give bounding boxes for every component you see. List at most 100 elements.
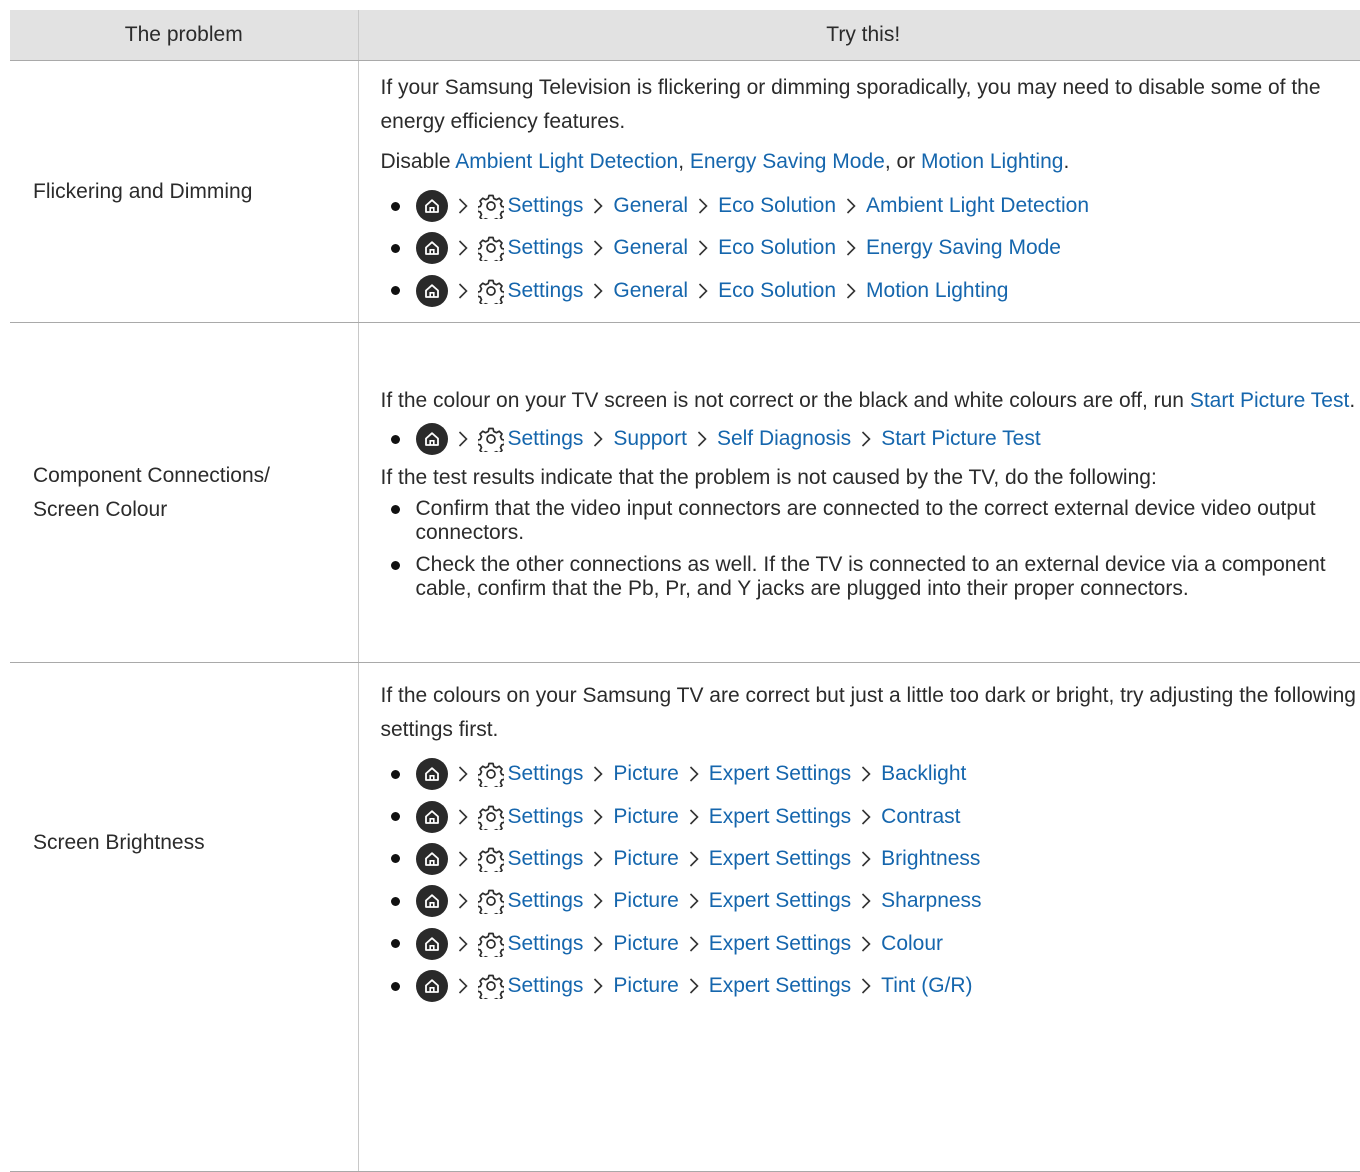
home-icon[interactable] <box>416 423 448 455</box>
menu-path-item[interactable]: Picture <box>613 974 678 998</box>
menu-path-item[interactable]: General <box>613 194 688 218</box>
menu-path-item[interactable]: Self Diagnosis <box>717 427 851 451</box>
menu-path-item[interactable]: Settings <box>508 889 584 913</box>
table-row: Component Connections/ Screen Colour If … <box>10 323 1360 663</box>
chevron-right-icon <box>851 849 881 869</box>
menu-path-item[interactable]: Eco Solution <box>718 236 836 260</box>
bullet-dot <box>391 561 400 570</box>
chevron-right-icon <box>583 891 613 911</box>
home-icon[interactable] <box>416 970 448 1002</box>
menu-path-item[interactable]: Settings <box>508 762 584 786</box>
menu-path-item[interactable]: Start Picture Test <box>881 427 1041 451</box>
menu-path-item[interactable]: Picture <box>613 889 678 913</box>
menu-path-item[interactable]: Expert Settings <box>709 805 851 829</box>
menu-path-item[interactable]: Settings <box>508 427 584 451</box>
menu-path: Settings Picture Expert Settings Backlight <box>391 753 1360 795</box>
menu-path-item[interactable]: General <box>613 279 688 303</box>
home-icon[interactable] <box>416 758 448 790</box>
home-icon[interactable] <box>416 275 448 307</box>
menu-path-item[interactable]: Settings <box>508 236 584 260</box>
home-icon[interactable] <box>416 843 448 875</box>
followup-text: If the test results indicate that the pr… <box>381 463 1360 493</box>
chevron-right-icon <box>583 934 613 954</box>
intro-text: If the colour on your TV screen is not c… <box>381 384 1360 418</box>
menu-path-item[interactable]: Picture <box>613 805 678 829</box>
menu-path-item[interactable]: Settings <box>508 805 584 829</box>
menu-path-item[interactable]: Contrast <box>881 805 960 829</box>
link-energy-saving-mode[interactable]: Energy Saving Mode <box>690 150 885 173</box>
menu-path-item[interactable]: Picture <box>613 847 678 871</box>
menu-path-item[interactable]: Sharpness <box>881 889 981 913</box>
menu-path-item[interactable]: Settings <box>508 847 584 871</box>
link-ambient-light-detection[interactable]: Ambient Light Detection <box>455 150 678 173</box>
bullet-dot <box>391 939 400 948</box>
chevron-right-icon <box>583 849 613 869</box>
menu-path-item[interactable]: Expert Settings <box>709 932 851 956</box>
menu-path-item[interactable]: Brightness <box>881 847 980 871</box>
menu-path-item[interactable]: Ambient Light Detection <box>866 194 1089 218</box>
menu-path: Settings Support Self Diagnosis Start Pictu… <box>391 418 1360 460</box>
chevron-right-icon <box>583 764 613 784</box>
menu-path-item[interactable]: General <box>613 236 688 260</box>
home-icon[interactable] <box>416 190 448 222</box>
menu-path: Settings General Eco Solution Motion Lighti… <box>391 270 1360 312</box>
gear-icon <box>478 846 504 872</box>
menu-path-item[interactable]: Expert Settings <box>709 762 851 786</box>
home-icon[interactable] <box>416 885 448 917</box>
chevron-right-icon <box>836 196 866 216</box>
intro-end: . <box>1349 389 1355 412</box>
bullet-dot <box>391 435 400 444</box>
menu-path-item[interactable]: Settings <box>508 279 584 303</box>
menu-path: Settings Picture Expert Settings Colour <box>391 923 1360 965</box>
menu-path-item[interactable]: Settings <box>508 932 584 956</box>
menu-path-item[interactable]: Expert Settings <box>709 889 851 913</box>
home-icon[interactable] <box>416 928 448 960</box>
menu-path: Settings Picture Expert Settings Brightness <box>391 838 1360 880</box>
header-try-this: Try this! <box>358 10 1360 61</box>
menu-path-item[interactable]: Eco Solution <box>718 279 836 303</box>
menu-path-item[interactable]: Motion Lighting <box>866 279 1008 303</box>
menu-path-item[interactable]: Colour <box>881 932 943 956</box>
home-icon[interactable] <box>416 801 448 833</box>
menu-path-item[interactable]: Backlight <box>881 762 966 786</box>
menu-path-item[interactable]: Expert Settings <box>709 974 851 998</box>
menu-path-item[interactable]: Settings <box>508 194 584 218</box>
chevron-right-icon <box>448 281 478 301</box>
gear-icon <box>478 235 504 261</box>
link-start-picture-test[interactable]: Start Picture Test <box>1190 389 1350 412</box>
gear-icon <box>478 804 504 830</box>
menu-path-item[interactable]: Settings <box>508 974 584 998</box>
chevron-right-icon <box>679 764 709 784</box>
menu-path-item[interactable]: Energy Saving Mode <box>866 236 1061 260</box>
disable-end: . <box>1063 150 1069 173</box>
home-icon[interactable] <box>416 232 448 264</box>
menu-path-item[interactable]: Picture <box>613 762 678 786</box>
solution-cell: If the colour on your TV screen is not c… <box>358 323 1360 663</box>
menu-path-item[interactable]: Picture <box>613 932 678 956</box>
disable-prefix: Disable <box>381 150 456 173</box>
gear-icon <box>478 193 504 219</box>
chevron-right-icon <box>583 281 613 301</box>
chevron-right-icon <box>583 976 613 996</box>
troubleshooting-table: The problem Try this! Flickering and Dim… <box>10 10 1360 1172</box>
chevron-right-icon <box>688 238 718 258</box>
menu-path: Settings General Eco Solution Ambient Light… <box>391 185 1360 227</box>
header-problem: The problem <box>10 10 358 61</box>
bullet-dot <box>391 982 400 991</box>
bullet-dot <box>391 202 400 211</box>
menu-path-item[interactable]: Expert Settings <box>709 847 851 871</box>
list-item: Confirm that the video input connectors … <box>391 497 1360 545</box>
chevron-right-icon <box>836 281 866 301</box>
chevron-right-icon <box>836 238 866 258</box>
problem-cell: Screen Brightness <box>10 663 358 1172</box>
bullet-dot <box>391 897 400 906</box>
bullet-dot <box>391 812 400 821</box>
bullet-dot <box>391 505 400 514</box>
link-motion-lighting[interactable]: Motion Lighting <box>921 150 1063 173</box>
solution-cell: If the colours on your Samsung TV are co… <box>358 663 1360 1172</box>
menu-path-item[interactable]: Eco Solution <box>718 194 836 218</box>
menu-path-item[interactable]: Tint (G/R) <box>881 974 972 998</box>
chevron-right-icon <box>688 196 718 216</box>
menu-path-item[interactable]: Support <box>613 427 687 451</box>
solution-cell: If your Samsung Television is flickering… <box>358 61 1360 323</box>
